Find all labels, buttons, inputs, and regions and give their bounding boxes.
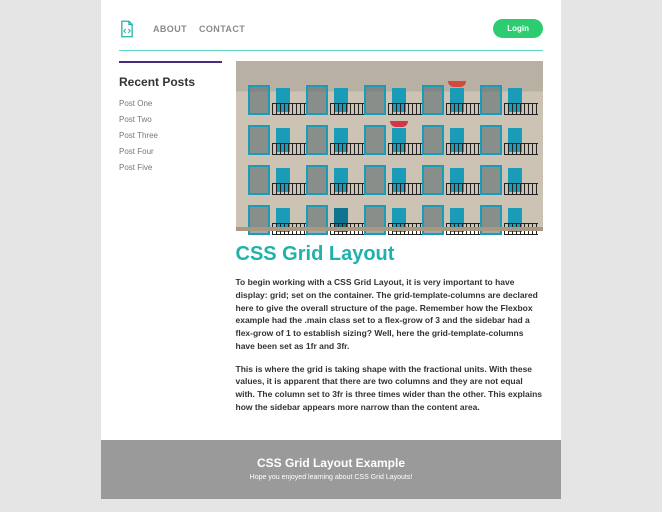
article-title: CSS Grid Layout xyxy=(236,243,544,266)
header-divider xyxy=(119,50,543,51)
hero-image xyxy=(236,61,544,231)
main-grid: Recent Posts Post One Post Two Post Thre… xyxy=(119,61,543,424)
login-button[interactable]: Login xyxy=(493,19,543,38)
nav-item-contact[interactable]: CONTACT xyxy=(199,24,245,34)
list-item[interactable]: Post Three xyxy=(119,131,222,140)
list-item[interactable]: Post Five xyxy=(119,163,222,172)
list-item[interactable]: Post Four xyxy=(119,147,222,156)
page-container: ABOUT CONTACT Login Recent Posts Post On… xyxy=(101,0,561,499)
article-paragraph: This is where the grid is taking shape w… xyxy=(236,363,544,414)
recent-posts-list: Post One Post Two Post Three Post Four P… xyxy=(119,99,222,172)
footer-subtitle: Hope you enjoyed learning about CSS Grid… xyxy=(111,474,551,481)
footer-title: CSS Grid Layout Example xyxy=(111,456,551,470)
footer: CSS Grid Layout Example Hope you enjoyed… xyxy=(101,440,561,499)
logo-icon xyxy=(119,21,135,37)
nav-item-about[interactable]: ABOUT xyxy=(153,24,187,34)
list-item[interactable]: Post Two xyxy=(119,115,222,124)
sidebar-title: Recent Posts xyxy=(119,75,222,89)
header-bar: ABOUT CONTACT Login xyxy=(119,15,543,46)
nav-links: ABOUT CONTACT xyxy=(153,24,245,34)
sidebar: Recent Posts Post One Post Two Post Thre… xyxy=(119,61,222,424)
content-area: CSS Grid Layout To begin working with a … xyxy=(236,61,544,424)
article-paragraph: To begin working with a CSS Grid Layout,… xyxy=(236,276,544,353)
list-item[interactable]: Post One xyxy=(119,99,222,108)
